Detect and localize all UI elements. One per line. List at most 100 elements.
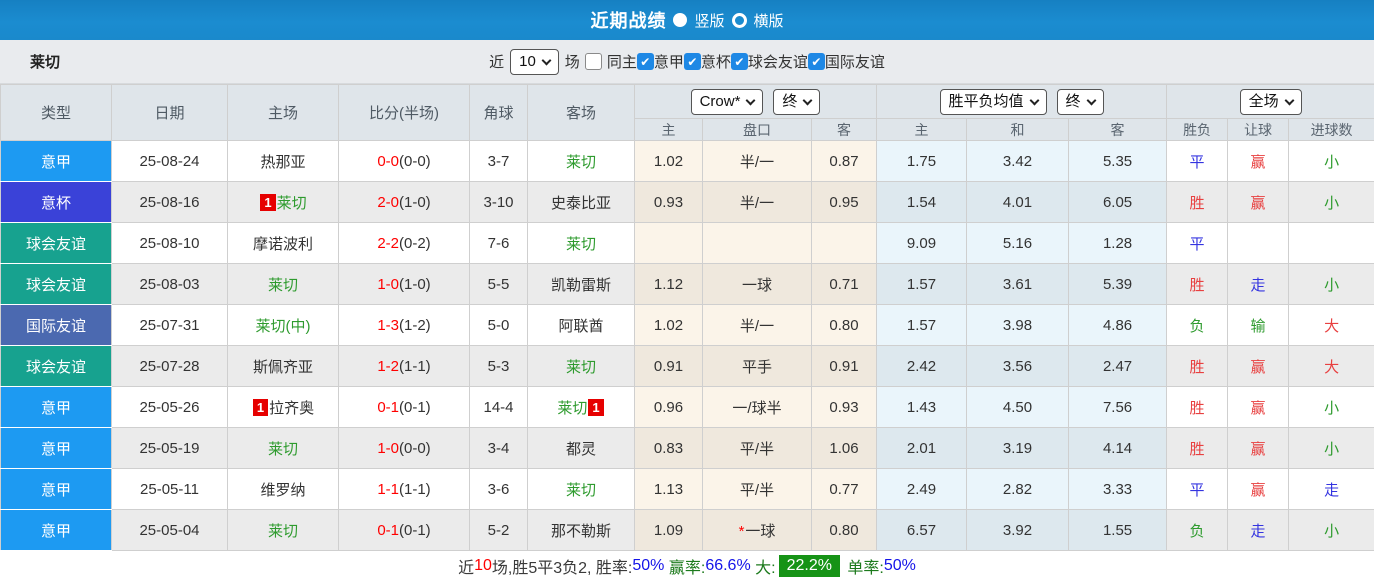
away-team: 莱切 <box>527 222 635 264</box>
rank-badge: 1 <box>588 398 604 416</box>
avg-draw-odds: 4.01 <box>966 181 1070 223</box>
vertical-layout-label[interactable]: 竖版 <box>694 10 724 31</box>
result-wdl: 胜 <box>1166 386 1229 428</box>
result-handicap: 赢 <box>1227 427 1290 469</box>
odds-company-select[interactable]: Crow* <box>690 88 764 115</box>
result-wdl: 胜 <box>1166 427 1229 469</box>
handicap-line: 半/一 <box>702 181 812 223</box>
avg-group-header: 胜平负均值 终 <box>876 84 1168 119</box>
odds-away <box>810 222 878 264</box>
odds-away: 0.95 <box>810 181 878 223</box>
result-goals: 小 <box>1288 263 1374 305</box>
avg-home-odds: 1.57 <box>876 263 968 305</box>
league-checkbox-1[interactable]: ✔ <box>683 53 701 70</box>
odds-away: 0.77 <box>810 468 878 510</box>
match-score: 2-2(0-2) <box>338 222 470 264</box>
away-team: 史泰比亚 <box>527 181 635 223</box>
col-header-type: 类型 <box>0 84 112 141</box>
odds-home: 0.96 <box>634 386 703 428</box>
handicap-line: 半/一 <box>702 304 812 346</box>
home-team: 斯佩齐亚 <box>227 345 339 387</box>
result-wdl: 平 <box>1166 468 1229 510</box>
match-date: 25-05-11 <box>111 468 228 510</box>
sub-header-7: 让球 <box>1227 118 1290 141</box>
avg-away-odds: 5.35 <box>1068 140 1168 182</box>
league-label-1: 意杯 <box>700 54 731 71</box>
summary-segment-9: 50% <box>883 556 916 574</box>
horizontal-layout-label[interactable]: 横版 <box>754 10 784 31</box>
avg-draw-odds: 3.61 <box>966 263 1070 305</box>
summary-segment-4: 赢率: <box>664 559 706 577</box>
sub-header-0: 主 <box>634 118 703 141</box>
odds-time-select[interactable]: 终 <box>773 88 821 115</box>
sub-header-8: 进球数 <box>1288 118 1374 141</box>
odds-away: 0.80 <box>810 509 878 551</box>
away-team: 凯勒雷斯 <box>527 263 635 305</box>
odds-away: 0.80 <box>810 304 878 346</box>
avg-draw-odds: 3.19 <box>966 427 1070 469</box>
result-handicap: 走 <box>1227 509 1290 551</box>
recent-results-table: 类型 日期 主场 比分(半场) 角球 客场 Crow* 终 胜平负均值 终 全场… <box>0 84 1374 551</box>
avg-away-odds: 5.39 <box>1068 263 1168 305</box>
chevron-down-icon <box>1029 95 1039 105</box>
horizontal-layout-radio[interactable] <box>731 12 747 28</box>
avg-type-select[interactable]: 胜平负均值 <box>939 88 1047 115</box>
match-score: 1-0(0-0) <box>338 427 470 469</box>
near-label: 近 <box>489 54 505 71</box>
corners: 5-0 <box>469 304 528 346</box>
corners: 7-6 <box>469 222 528 264</box>
col-header-corners: 角球 <box>469 84 528 141</box>
sub-header-3: 主 <box>876 118 968 141</box>
away-team: 莱切 <box>527 468 635 510</box>
match-score: 0-0(0-0) <box>338 140 470 182</box>
match-date: 25-05-26 <box>111 386 228 428</box>
corners: 5-2 <box>469 509 528 551</box>
result-handicap: 赢 <box>1227 140 1290 182</box>
match-type-badge: 球会友谊 <box>0 222 112 264</box>
home-team: 莱切 <box>227 509 339 551</box>
sub-header-2: 客 <box>810 118 878 141</box>
odds-home: 1.02 <box>634 140 703 182</box>
page-title: 近期战绩 <box>590 11 667 31</box>
match-count-select[interactable]: 10 <box>510 48 559 75</box>
avg-draw-odds: 2.82 <box>966 468 1070 510</box>
table-row: 意甲 25-05-11 维罗纳 1-1(1-1) 3-6 莱切 1.13 平/半 0.77 2.4… <box>0 468 1374 510</box>
match-type-badge: 国际友谊 <box>0 304 112 346</box>
result-wdl: 平 <box>1166 222 1229 264</box>
avg-away-odds: 3.33 <box>1068 468 1168 510</box>
match-type-badge: 意杯 <box>0 181 112 223</box>
same-home-checkbox[interactable] <box>584 53 602 70</box>
chevron-down-icon <box>1284 95 1295 105</box>
home-team: 摩诺波利 <box>227 222 339 264</box>
match-type-badge: 意甲 <box>0 468 112 510</box>
match-date: 25-05-19 <box>111 427 228 469</box>
result-handicap: 赢 <box>1227 386 1290 428</box>
result-wdl: 胜 <box>1166 181 1229 223</box>
avg-away-odds: 1.28 <box>1068 222 1168 264</box>
fullmatch-select[interactable]: 全场 <box>1239 88 1302 115</box>
result-goals: 小 <box>1288 427 1374 469</box>
home-team: 热那亚 <box>227 140 339 182</box>
avg-draw-odds: 4.50 <box>966 386 1070 428</box>
result-wdl: 负 <box>1166 509 1229 551</box>
avg-home-odds: 9.09 <box>876 222 968 264</box>
sub-header-5: 客 <box>1068 118 1168 141</box>
col-header-home: 主场 <box>227 84 339 141</box>
odds-away: 1.06 <box>810 427 878 469</box>
result-handicap <box>1227 222 1290 264</box>
away-team: 莱切 1 <box>527 386 635 428</box>
avg-away-odds: 2.47 <box>1068 345 1168 387</box>
handicap-line: 一/球半 <box>702 386 812 428</box>
odds-home: 1.09 <box>634 509 703 551</box>
away-team: 都灵 <box>527 427 635 469</box>
vertical-layout-radio[interactable] <box>673 13 688 27</box>
avg-home-odds: 2.49 <box>876 468 968 510</box>
league-checkbox-0[interactable]: ✔ <box>636 53 654 70</box>
result-handicap: 赢 <box>1227 345 1290 387</box>
league-checkbox-2[interactable]: ✔ <box>730 53 748 70</box>
avg-time-select[interactable]: 终 <box>1056 88 1104 115</box>
league-checkbox-3[interactable]: ✔ <box>807 53 825 70</box>
result-handicap: 走 <box>1227 263 1290 305</box>
corners: 3-10 <box>469 181 528 223</box>
avg-away-odds: 7.56 <box>1068 386 1168 428</box>
